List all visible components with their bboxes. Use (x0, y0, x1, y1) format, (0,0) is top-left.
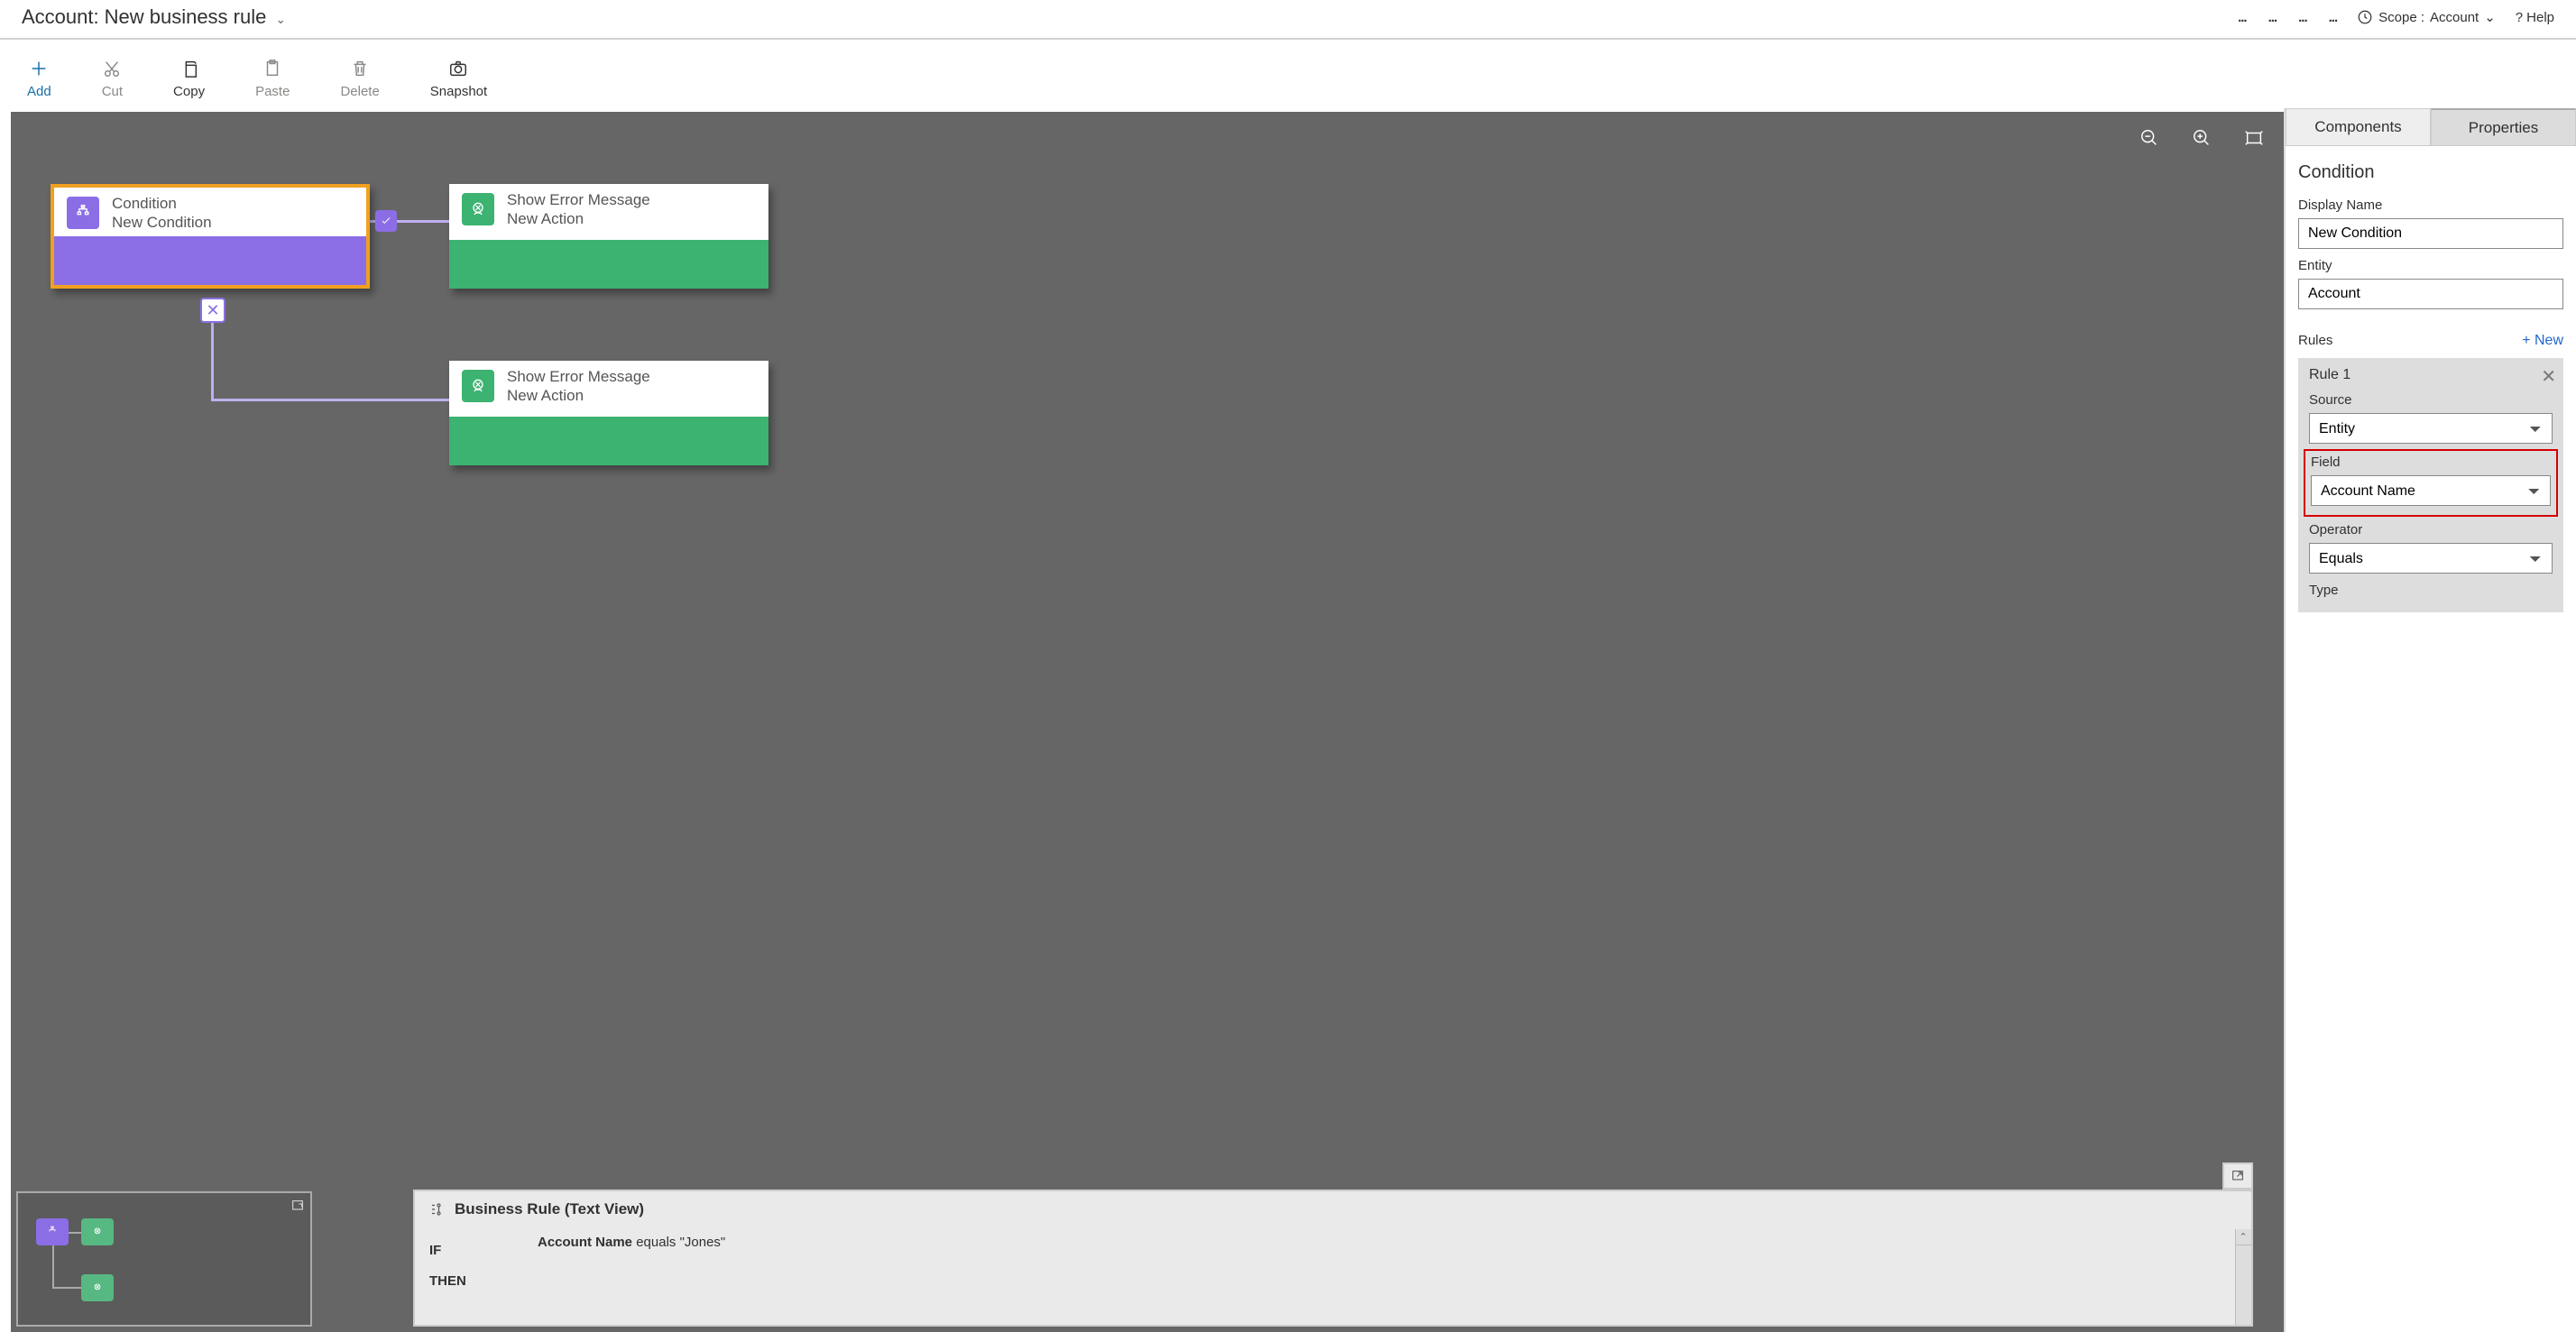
rule-title[interactable]: New business rule (105, 5, 267, 29)
operator-select[interactable]: Equals (2309, 543, 2553, 574)
cut-button[interactable]: Cut (102, 59, 123, 99)
then-label: THEN (429, 1273, 511, 1289)
tab-properties[interactable]: Properties (2431, 108, 2576, 146)
connector (211, 399, 449, 401)
popout-button[interactable] (2222, 1162, 2253, 1190)
scope-value: Account (2430, 10, 2479, 25)
scrollbar[interactable]: ⌃ (2235, 1229, 2251, 1325)
false-branch-icon[interactable]: ✕ (200, 298, 225, 323)
help-button[interactable]: ? Help (2516, 10, 2554, 25)
delete-button[interactable]: Delete (340, 59, 379, 99)
action-node[interactable]: Show Error Message New Action (449, 184, 768, 289)
save-as-button[interactable]: ... (2296, 10, 2307, 25)
entity-input[interactable] (2298, 279, 2563, 309)
type-label: Type (2309, 583, 2553, 598)
field-label: Field (2311, 455, 2551, 470)
scope-label: Scope : (2378, 10, 2424, 25)
chevron-down-icon: ⌄ (2484, 9, 2496, 25)
validate-button[interactable]: ... (2267, 10, 2277, 25)
field-highlight: Field Account Name (2304, 449, 2558, 517)
save-button[interactable]: ... (2236, 10, 2247, 25)
operator-label: Operator (2309, 522, 2553, 537)
source-select[interactable]: Entity (2309, 413, 2553, 444)
zoom-in-button[interactable] (2192, 128, 2212, 152)
fit-screen-button[interactable] (2244, 128, 2264, 152)
entity-label: Account: (22, 5, 99, 29)
condition-node[interactable]: Condition New Condition (51, 184, 370, 289)
question-icon: ? (2516, 10, 2523, 25)
paste-button[interactable]: Paste (255, 59, 290, 99)
display-name-input[interactable] (2298, 218, 2563, 249)
node-title: Show Error Message (507, 367, 650, 386)
source-label: Source (2309, 392, 2553, 408)
copy-button[interactable]: Copy (173, 59, 205, 99)
minimap-expand-icon[interactable] (290, 1199, 305, 1217)
designer-canvas[interactable]: Condition New Condition ✕ Show Error Mes… (11, 112, 2284, 1332)
add-button[interactable]: Add (27, 59, 51, 99)
snapshot-button[interactable]: Snapshot (430, 59, 487, 99)
field-select[interactable]: Account Name (2311, 475, 2551, 506)
condition-icon (67, 197, 99, 229)
scroll-up-icon[interactable]: ⌃ (2235, 1229, 2251, 1245)
close-icon[interactable]: ✕ (2541, 365, 2556, 388)
error-action-icon (462, 193, 494, 225)
tab-components[interactable]: Components (2286, 108, 2431, 146)
node-subtitle: New Condition (112, 213, 212, 232)
minimap[interactable] (16, 1191, 312, 1327)
add-rule-button[interactable]: + New (2522, 333, 2563, 349)
text-view-title: Business Rule (Text View) (455, 1200, 644, 1218)
text-view-panel: Business Rule (Text View) IF THEN Accoun… (413, 1190, 2253, 1327)
node-subtitle: New Action (507, 209, 650, 228)
toolbar: Add Cut Copy Paste Delete Snapshot (0, 40, 2576, 108)
title-bar: Account: New business rule ⌄ ... ... ...… (0, 0, 2576, 40)
rule-card: Rule 1 ✕ Source Entity Field Account Nam… (2298, 358, 2563, 612)
entity-label: Entity (2298, 258, 2563, 273)
node-title: Condition (112, 194, 212, 213)
panel-heading: Condition (2298, 162, 2563, 183)
rule-text: Account Name equals "Jones" (538, 1227, 725, 1300)
activate-button[interactable]: ... (2327, 10, 2338, 25)
display-name-label: Display Name (2298, 198, 2563, 213)
if-label: IF (429, 1243, 511, 1258)
scope-selector[interactable]: Scope : Account ⌄ (2357, 9, 2496, 25)
action-node[interactable]: Show Error Message New Action (449, 361, 768, 465)
node-subtitle: New Action (507, 386, 650, 405)
chevron-down-icon[interactable]: ⌄ (275, 12, 286, 27)
zoom-out-button[interactable] (2139, 128, 2159, 152)
rule-title: Rule 1 (2309, 367, 2351, 382)
side-panel: Components Properties Condition Display … (2284, 108, 2576, 1332)
true-branch-icon[interactable] (375, 210, 397, 232)
error-action-icon (462, 370, 494, 402)
node-title: Show Error Message (507, 190, 650, 209)
rules-label: Rules (2298, 333, 2332, 348)
